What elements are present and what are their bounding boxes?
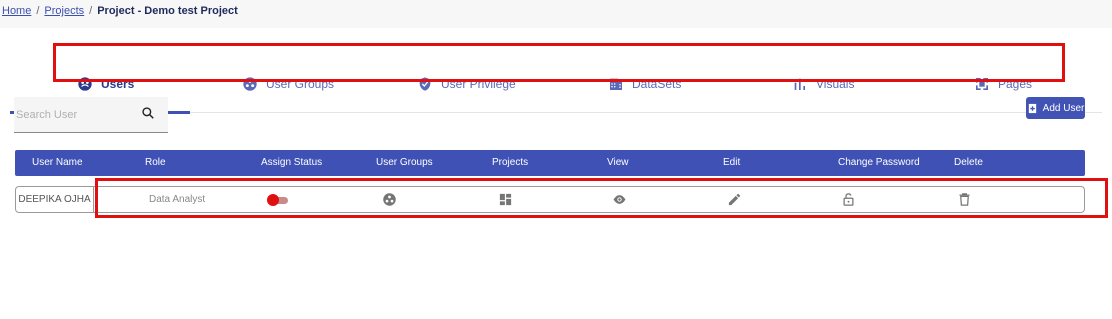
table-row: DEEPIKA OJHA Data Analyst [15, 186, 1085, 213]
view-cell [612, 187, 627, 212]
projects-cell [498, 187, 513, 212]
tab-visuals[interactable]: Visuals [792, 55, 854, 112]
pages-icon [976, 77, 988, 90]
tab-user-privilege[interactable]: User Privilege [417, 55, 516, 112]
view-icon[interactable] [612, 192, 627, 207]
tab-datasets[interactable]: DataSets [608, 55, 681, 112]
column-header: Edit [723, 157, 741, 168]
tab-pages[interactable]: Pages [974, 55, 1032, 112]
breadcrumb-current: Project - Demo test Project [97, 5, 238, 17]
edit-cell [727, 187, 742, 212]
column-header: User Name [32, 157, 83, 168]
search-input[interactable] [16, 105, 131, 125]
bar-chart-icon [794, 78, 805, 90]
tab-label: Visuals [816, 76, 855, 91]
user-groups-cell [382, 187, 397, 212]
breadcrumb: Home / Projects / Project - Demo test Projec… [2, 5, 238, 17]
tab-label: Users [101, 76, 135, 91]
breadcrumb-home-link[interactable]: Home [2, 5, 31, 17]
user-groups-icon[interactable] [382, 192, 397, 207]
breadcrumb-separator: / [36, 5, 40, 17]
breadcrumb-projects-link[interactable]: Projects [44, 5, 84, 17]
shield-icon [419, 76, 431, 91]
breadcrumb-separator: / [89, 5, 93, 17]
tab-label: User Privilege [441, 76, 516, 91]
add-user-button[interactable]: Add User [1026, 97, 1085, 119]
change-password-cell [841, 187, 856, 212]
column-header: User Groups [376, 157, 433, 168]
column-header: Change Password [838, 157, 920, 168]
tab-label: User Groups [266, 76, 335, 91]
column-header: Projects [492, 157, 529, 168]
role-cell: Data Analyst [149, 194, 206, 205]
edit-icon[interactable] [727, 192, 742, 207]
search-icon[interactable] [141, 106, 155, 120]
delete-icon[interactable] [957, 192, 972, 207]
add-user-icon [1028, 103, 1036, 113]
tabs-bar: Users User Groups User Privilege DataSet… [10, 55, 1102, 114]
column-header: Delete [954, 157, 983, 168]
tab-label: Pages [998, 76, 1033, 91]
toggle-knob [267, 193, 279, 206]
change-password-icon[interactable] [841, 192, 856, 207]
column-header: View [607, 157, 629, 168]
column-header: Role [145, 157, 166, 168]
top-bar: Home / Projects / Project - Demo test Projec… [0, 0, 1112, 28]
users-icon [78, 76, 92, 91]
tab-label: DataSets [632, 76, 682, 91]
user-name-cell: DEEPIKA OJHA [16, 187, 94, 212]
assign-status-toggle[interactable] [267, 193, 289, 206]
tab-user-groups[interactable]: User Groups [242, 55, 334, 112]
dataset-icon [610, 78, 622, 90]
table-header: User Name Role Assign Status User Groups… [15, 150, 1085, 176]
add-user-label: Add User [1042, 102, 1085, 114]
user-groups-icon [243, 76, 257, 91]
projects-icon[interactable] [498, 192, 513, 207]
assign-status-cell [267, 187, 289, 212]
delete-cell [957, 187, 972, 212]
column-header: Assign Status [261, 157, 323, 168]
